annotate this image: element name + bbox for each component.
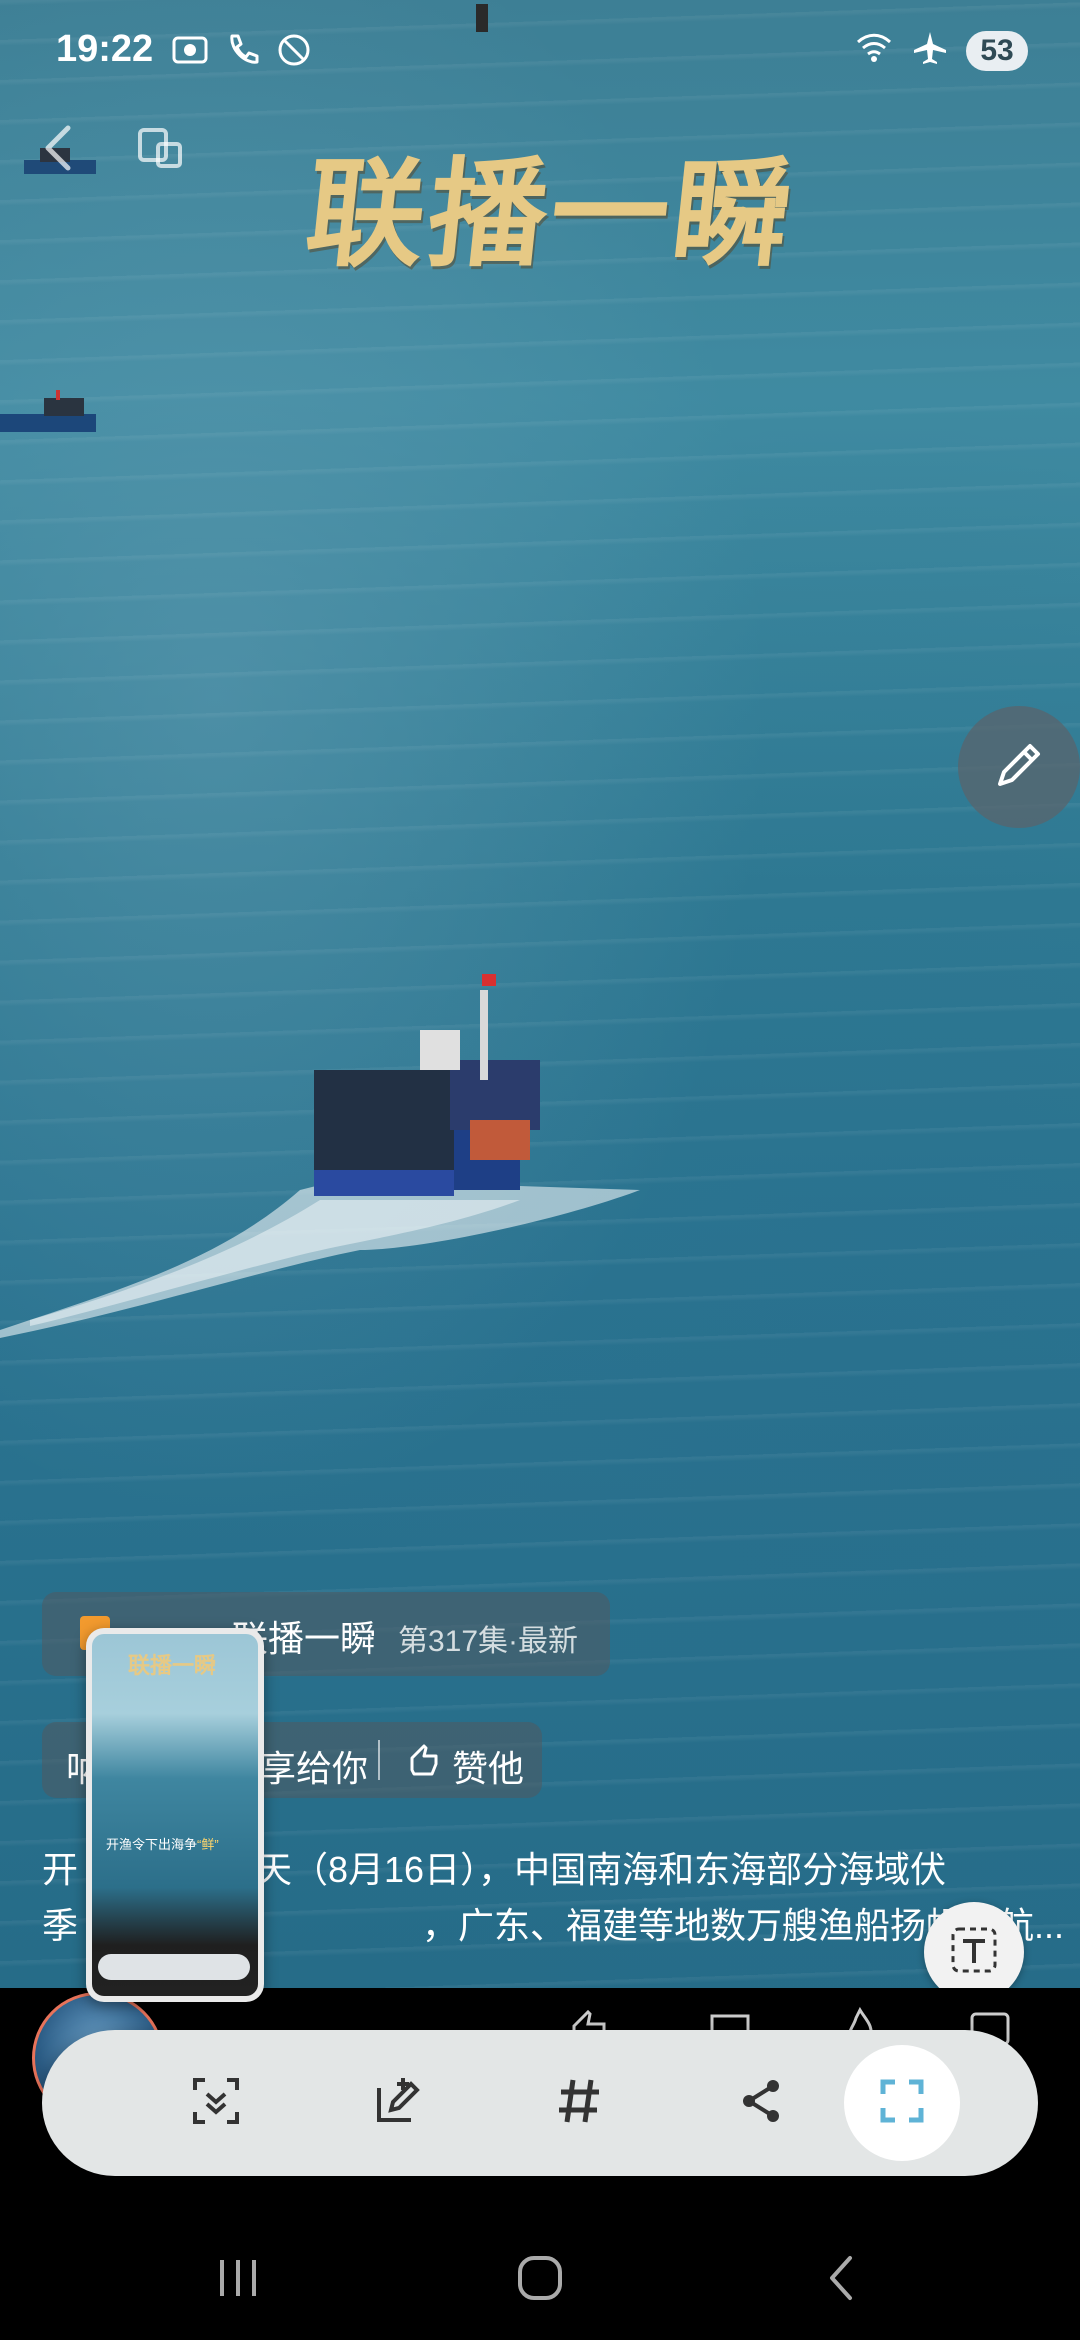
status-bar: 19:22 53: [0, 20, 1080, 84]
recent-apps-icon: [210, 2250, 266, 2311]
series-episode: 第317集·最新: [398, 1625, 579, 1658]
thumbnail-caption-highlight: “鲜”: [197, 1837, 219, 1852]
divider: [378, 1740, 380, 1780]
distant-boat: [0, 390, 96, 432]
back-icon: [814, 2250, 870, 2311]
call-icon: [222, 30, 262, 75]
back-icon[interactable]: [30, 118, 90, 183]
home-icon: [512, 2250, 568, 2311]
wifi-icon: [854, 28, 894, 73]
share-icon: [735, 2074, 789, 2133]
blocked-icon: [274, 30, 314, 75]
desc-line1-start: 开: [42, 1849, 79, 1890]
thumbnail-caption: 开渔令下出海争“鲜”: [106, 1834, 219, 1853]
hashtag-button[interactable]: [530, 2053, 630, 2153]
capture-button[interactable]: [844, 2045, 960, 2161]
navigation-bar: [0, 2220, 1080, 2340]
smart-select-icon: [189, 2074, 243, 2133]
like-hand-icon[interactable]: [404, 1740, 444, 1785]
screen-record-icon: [170, 30, 210, 75]
fishing-boat: [314, 974, 540, 1196]
capture-icon: [875, 2074, 929, 2133]
desc-line1-rest: 天（8月16日），中国南海和东海部分海域伏: [256, 1849, 947, 1890]
status-time: 19:22: [56, 28, 154, 70]
edit-button[interactable]: [958, 706, 1080, 828]
screenshot-thumbnail[interactable]: 联播一瞬 开渔令下出海争“鲜”: [86, 1628, 264, 2002]
desc-line2-start: 季: [42, 1905, 79, 1946]
recent-apps-button[interactable]: [198, 2250, 278, 2310]
thumbnail-toolbar: [98, 1954, 250, 1980]
thumbnail-caption-main: 开渔令下出海争: [106, 1837, 198, 1852]
airplane-icon: [910, 28, 950, 73]
top-controls: [30, 118, 190, 183]
share-link[interactable]: 享给你: [260, 1740, 368, 1792]
home-button[interactable]: [500, 2250, 580, 2310]
smart-select-button[interactable]: [166, 2053, 266, 2153]
draw-edit-button[interactable]: [348, 2053, 448, 2153]
pencil-icon: [990, 736, 1048, 799]
video-title-overlay: 联播一瞬: [299, 144, 803, 283]
text-t-icon: [947, 1923, 1001, 1982]
screen-cast-icon[interactable]: [130, 118, 190, 183]
thumbnail-title: 联播一瞬: [127, 1653, 216, 1679]
battery-indicator: 53: [966, 30, 1028, 71]
screenshot-toolbar: [42, 2030, 1038, 2176]
back-button[interactable]: [802, 2250, 882, 2310]
like-button-label[interactable]: 赞他: [452, 1740, 524, 1792]
draw-edit-icon: [371, 2074, 425, 2133]
share-button[interactable]: [712, 2053, 812, 2153]
hashtag-icon: [553, 2074, 607, 2133]
